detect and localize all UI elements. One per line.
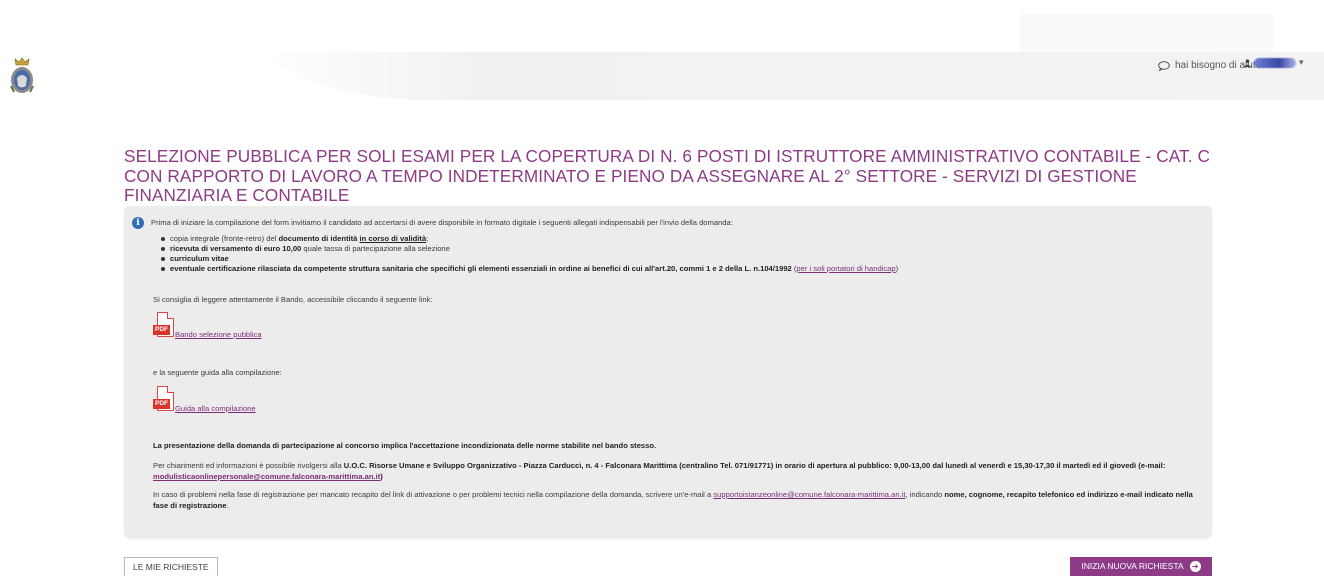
list-item: ricevuta di versamento di euro 10,00 qua… [160, 244, 898, 254]
problems-text: In caso di problemi nella fase di regist… [153, 490, 1193, 510]
new-request-button[interactable]: INIZIA NUOVA RICHIESTA ➜ [1070, 557, 1212, 576]
handicap-link[interactable]: per i soli portatori di handicap [796, 264, 895, 273]
pdf-icon[interactable]: PDF [153, 312, 175, 340]
info-panel: i Prima di iniziare la compilazione del … [124, 206, 1212, 538]
pdf-icon[interactable]: PDF [153, 386, 175, 414]
list-item: copia integrale (fronte-retro) del docum… [160, 234, 898, 244]
header-swoosh [262, 52, 1324, 100]
contact-email-link[interactable]: modulisticaonlinepersonale@comune.falcon… [153, 472, 380, 481]
chevron-down-icon: ▾ [1299, 57, 1304, 67]
user-menu[interactable]: ▾ [1244, 57, 1304, 68]
requirements-list: copia integrale (fronte-retro) del docum… [160, 234, 898, 274]
page-title: SELEZIONE PUBBLICA PER SOLI ESAMI PER LA… [124, 146, 1210, 205]
notice-text: La presentazione della domanda di partec… [153, 441, 657, 450]
bando-link[interactable]: Bando selezione pubblica [175, 329, 262, 340]
user-icon [1244, 58, 1251, 67]
list-item: curriculum vitae [160, 254, 898, 264]
user-name-redacted [1254, 57, 1296, 68]
guide-link[interactable]: Guida alla compilazione [175, 403, 256, 414]
speech-bubble-icon [1158, 60, 1170, 71]
list-item: eventuale certificazione rilasciata da c… [160, 264, 898, 274]
municipal-crest-icon [10, 57, 34, 93]
my-requests-button[interactable]: LE MIE RICHIESTE [124, 557, 218, 576]
info-icon: i [132, 217, 144, 229]
guide-text: e la seguente guida alla compilazione: [153, 368, 282, 377]
intro-text: Prima di iniziare la compilazione del fo… [151, 218, 733, 227]
support-email-link[interactable]: supportoistanzeonline@comune.falconara-m… [713, 490, 905, 499]
advice-text: Si consiglia di leggere attentamente il … [153, 295, 433, 304]
new-request-label: INIZIA NUOVA RICHIESTA [1081, 561, 1184, 571]
contact-text: Per chiarimenti ed informazioni è possib… [153, 461, 1166, 481]
arrow-right-icon: ➜ [1189, 561, 1201, 572]
